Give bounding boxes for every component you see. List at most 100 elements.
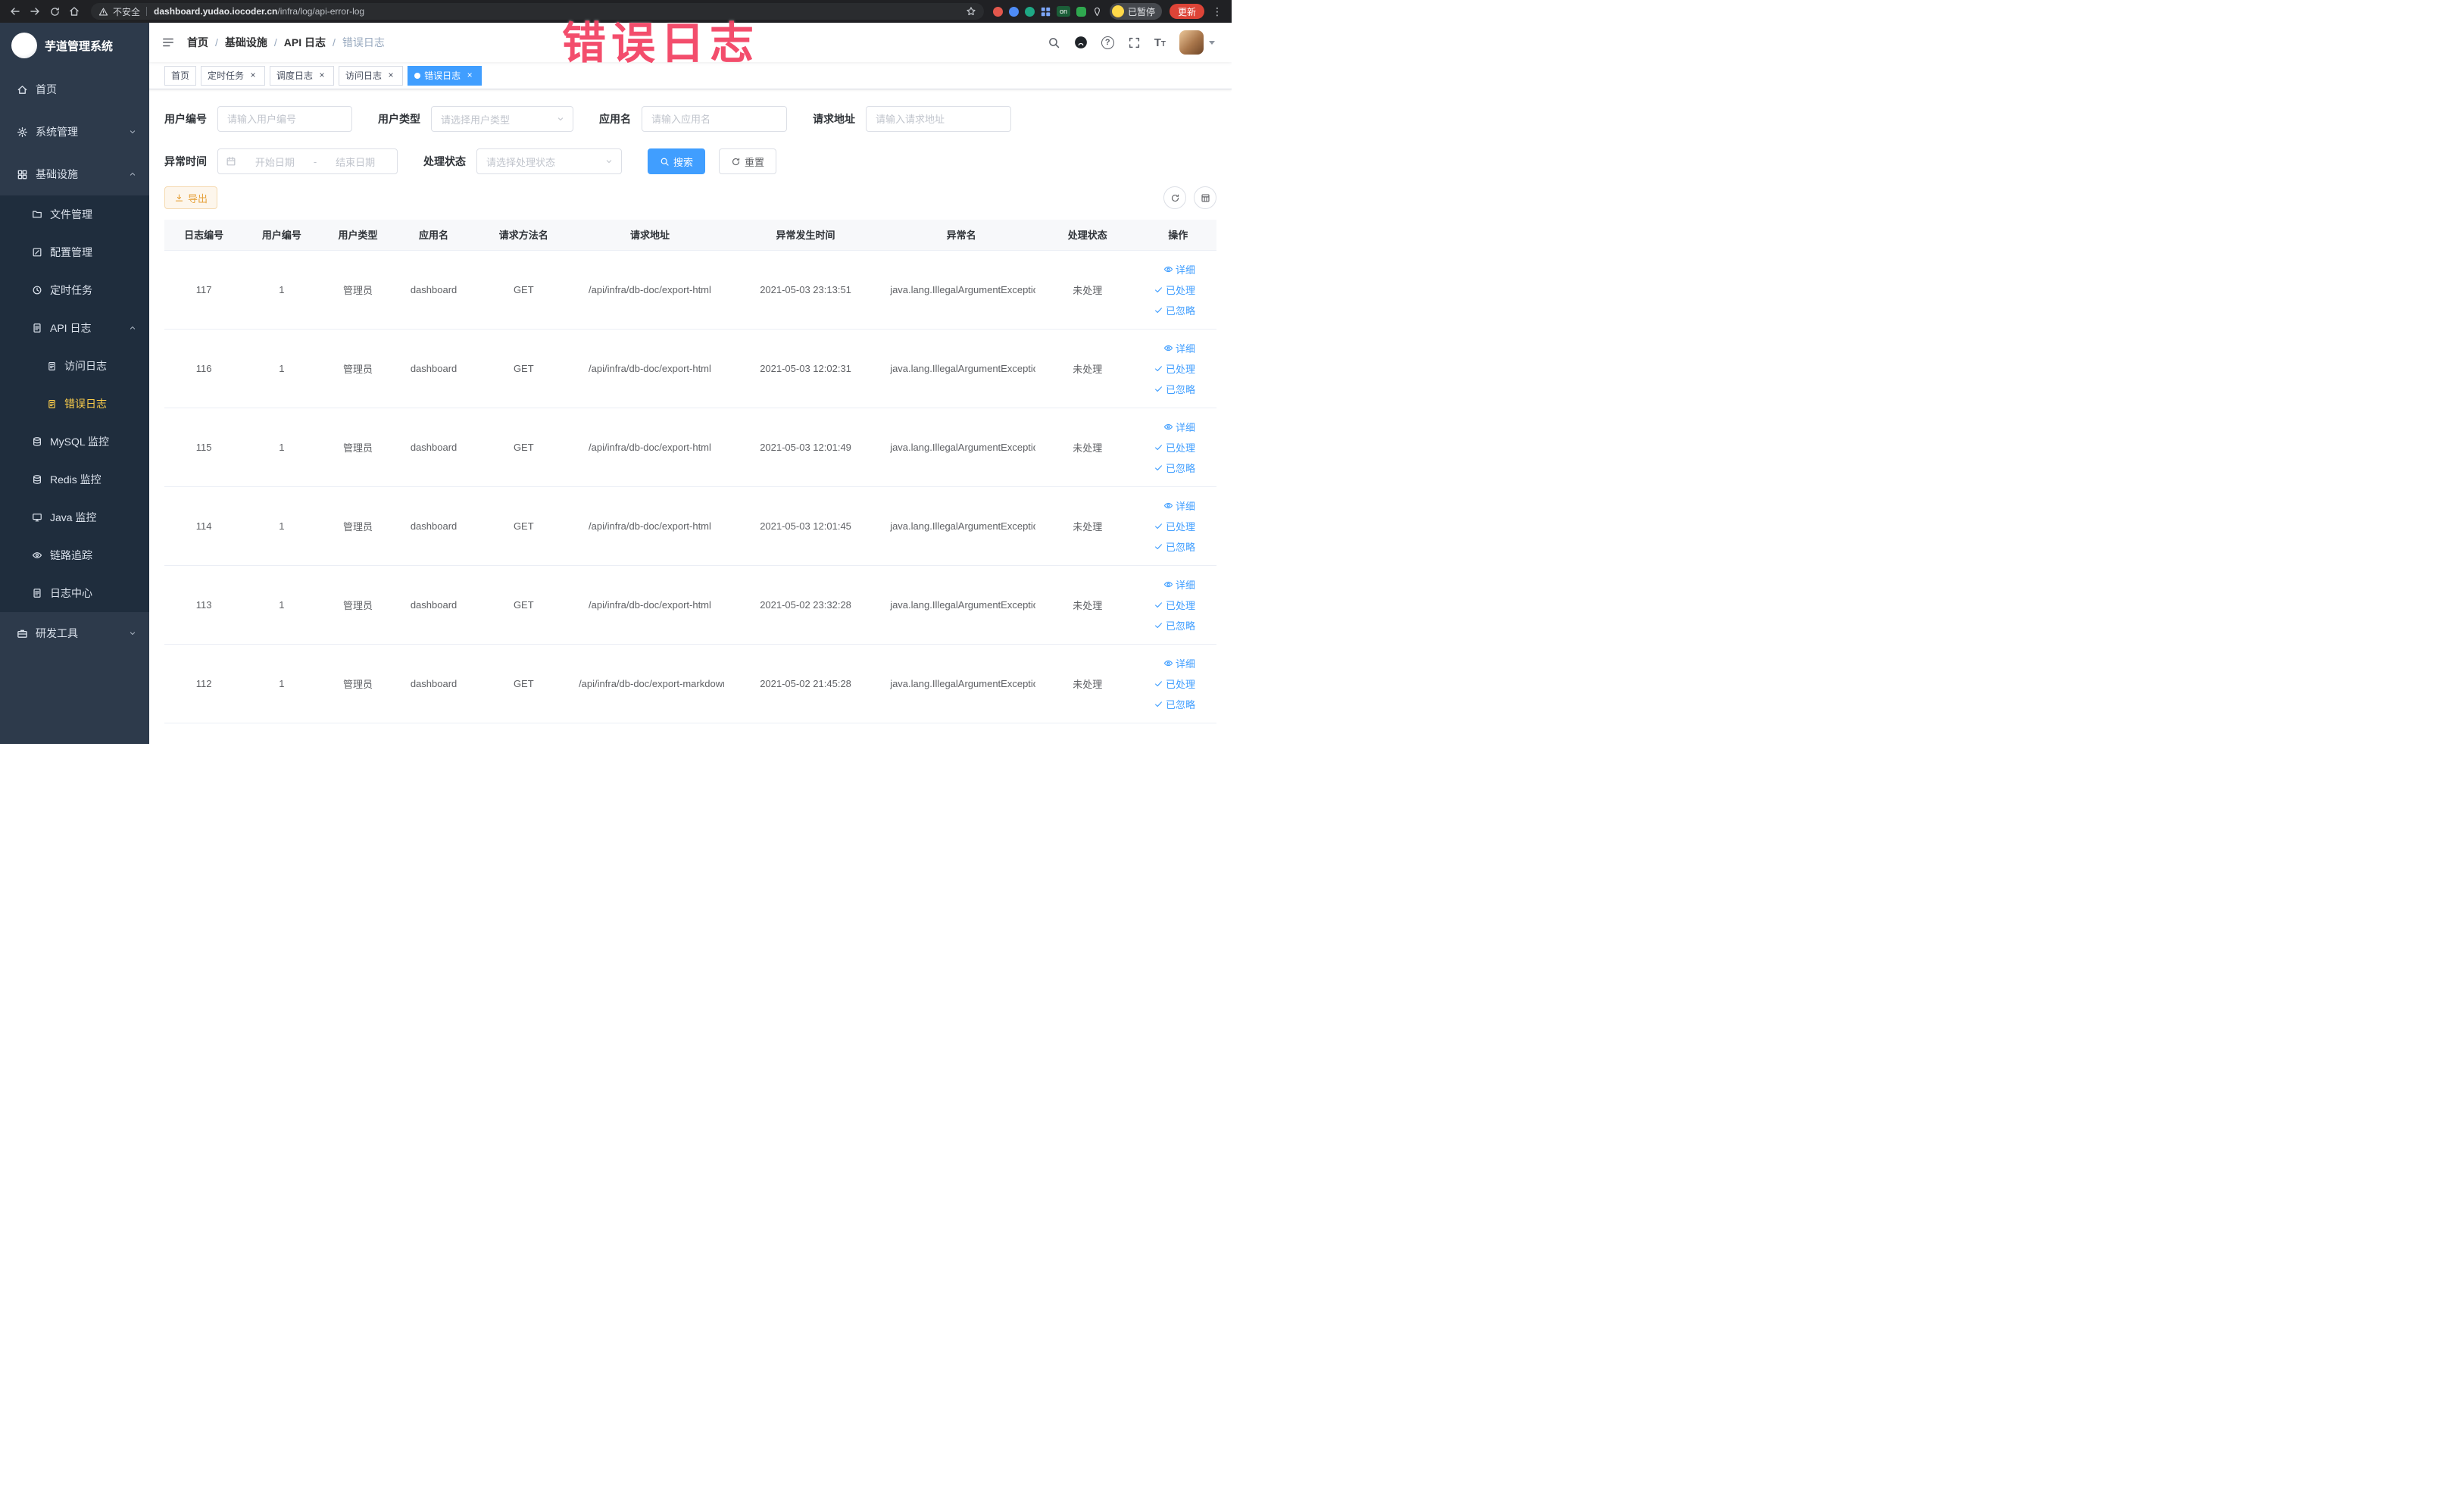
extension-icon[interactable] [1008,6,1019,17]
cell-exception-name: java.lang.IllegalArgumentException [887,644,1036,723]
breadcrumb-item[interactable]: API 日志 [284,35,326,50]
refresh-table-button[interactable] [1163,186,1186,209]
date-range-picker[interactable]: 开始日期 - 结束日期 [217,148,398,174]
extension-pin-icon[interactable] [1092,7,1102,17]
cell-actions: 详细 已处理 已忽略 [1139,486,1216,566]
sidebar-item-home[interactable]: 首页 [0,68,149,111]
help-icon[interactable]: ? [1101,36,1114,49]
extension-icon[interactable] [1024,6,1035,17]
github-icon[interactable] [1074,36,1088,49]
browser-forward-icon[interactable] [26,3,44,20]
mark-processed-link[interactable]: 已处理 [1154,519,1195,533]
mark-ignored-link[interactable]: 已忽略 [1154,539,1195,554]
eye-icon [32,552,42,558]
detail-link[interactable]: 详细 [1163,656,1195,670]
detail-link[interactable]: 详细 [1163,341,1195,355]
sidebar-item-infra[interactable]: 基础设施 [0,153,149,195]
user-type-select[interactable]: 请选择用户类型 [431,106,573,132]
mark-processed-link[interactable]: 已处理 [1154,676,1195,691]
filter-label: 异常时间 [164,155,207,167]
mark-processed-link[interactable]: 已处理 [1154,440,1195,455]
table-row: 116 1 管理员 dashboard GET /api/infra/db-do… [164,329,1216,408]
tab-access-log[interactable]: 访问日志 × [339,65,404,86]
detail-link[interactable]: 详细 [1163,498,1195,513]
sidebar-item-api-log[interactable]: API 日志 [0,309,149,347]
mark-ignored-link[interactable]: 已忽略 [1154,303,1195,317]
cell-method: GET [471,329,576,408]
detail-link[interactable]: 详细 [1163,420,1195,434]
breadcrumb-item[interactable]: 基础设施 [225,35,267,50]
mark-ignored-link[interactable]: 已忽略 [1154,697,1195,711]
sidebar-item-error-log[interactable]: 错误日志 [0,385,149,423]
extension-icon[interactable] [992,6,1003,17]
fullscreen-icon[interactable] [1128,36,1141,49]
browser-back-icon[interactable] [6,3,24,20]
browser-chrome: 不安全 dashboard.yudao.iocoder.cn/infra/log… [0,0,1232,23]
tab-close-icon[interactable]: × [386,70,396,81]
edit-icon [33,248,42,257]
mark-ignored-link[interactable]: 已忽略 [1154,618,1195,633]
mark-processed-link[interactable]: 已处理 [1154,361,1195,376]
mark-processed-label: 已处理 [1165,678,1195,690]
extension-on-badge[interactable]: on [1056,6,1070,17]
detail-link[interactable]: 详细 [1163,577,1195,592]
sidebar-item-java-monitor[interactable]: Java 监控 [0,498,149,536]
app-name-input[interactable] [642,106,787,132]
request-url-input[interactable] [866,106,1011,132]
tab-error-log[interactable]: 错误日志 × [408,65,482,86]
sidebar-item-file-manage[interactable]: 文件管理 [0,195,149,233]
briefcase-icon [17,629,27,638]
app-logo[interactable]: 芋道管理系统 [0,23,149,68]
sidebar-item-log-center[interactable]: 日志中心 [0,574,149,612]
tab-close-icon[interactable]: × [464,70,475,81]
address-bar[interactable]: 不安全 dashboard.yudao.iocoder.cn/infra/log… [91,3,984,20]
sidebar-item-devtools[interactable]: 研发工具 [0,612,149,654]
extension-grid-icon[interactable] [1041,7,1051,17]
browser-reload-icon[interactable] [45,3,64,20]
column-settings-button[interactable] [1194,186,1216,209]
user-id-input[interactable] [217,106,352,132]
browser-menu-icon[interactable]: ⋮ [1209,5,1226,18]
search-button[interactable]: 搜索 [648,148,706,174]
export-button[interactable]: 导出 [164,186,218,209]
tab-home[interactable]: 首页 [164,65,197,86]
cell-app-name: dashboard [395,486,472,566]
browser-home-icon[interactable] [65,3,83,20]
process-status-select[interactable]: 请选择处理状态 [476,148,622,174]
tags-view: 首页 定时任务 × 调度日志 × 访问日志 × 错误日志 × [149,62,1232,89]
sidebar-item-scheduled-job[interactable]: 定时任务 [0,271,149,309]
sidebar-item-redis-monitor[interactable]: Redis 监控 [0,461,149,498]
sidebar-item-trace[interactable]: 链路追踪 [0,536,149,574]
tab-scheduled-job[interactable]: 定时任务 × [201,65,266,86]
search-button-label: 搜索 [673,156,694,168]
mark-processed-link[interactable]: 已处理 [1154,283,1195,297]
mark-ignored-link[interactable]: 已忽略 [1154,382,1195,396]
font-size-icon[interactable]: TT [1154,37,1166,48]
breadcrumb-item[interactable]: 首页 [187,35,208,50]
filter-request-url: 请求地址 [813,106,1011,132]
cell-user-id: 1 [243,644,320,723]
reset-button[interactable]: 重置 [719,148,777,174]
mark-processed-label: 已处理 [1165,520,1195,533]
bookmark-star-icon[interactable] [966,6,976,17]
browser-update-button[interactable]: 更新 [1169,4,1204,19]
extension-leaf-icon[interactable] [1076,6,1086,17]
sidebar-item-config-manage[interactable]: 配置管理 [0,233,149,271]
cell-process-status: 未处理 [1035,329,1140,408]
navbar: 首页 / 基础设施 / API 日志 / 错误日志 ? TT [149,23,1232,62]
mark-ignored-link[interactable]: 已忽略 [1154,461,1195,475]
user-avatar[interactable] [1179,30,1215,55]
tab-close-icon[interactable]: × [317,70,327,81]
tab-schedule-log[interactable]: 调度日志 × [270,65,335,86]
sidebar-item-system[interactable]: 系统管理 [0,111,149,153]
search-icon[interactable] [1048,36,1060,49]
detail-link[interactable]: 详细 [1163,262,1195,276]
cell-exception-name: java.lang.IllegalArgumentException [887,486,1036,566]
sidebar-item-access-log[interactable]: 访问日志 [0,347,149,385]
sidebar-item-mysql-monitor[interactable]: MySQL 监控 [0,423,149,461]
tab-close-icon[interactable]: × [248,70,258,81]
browser-profile-chip[interactable]: 已暂停 [1109,3,1162,20]
mark-processed-link[interactable]: 已处理 [1154,598,1195,612]
chevron-down-icon [606,160,612,164]
hamburger-icon[interactable] [161,36,175,49]
